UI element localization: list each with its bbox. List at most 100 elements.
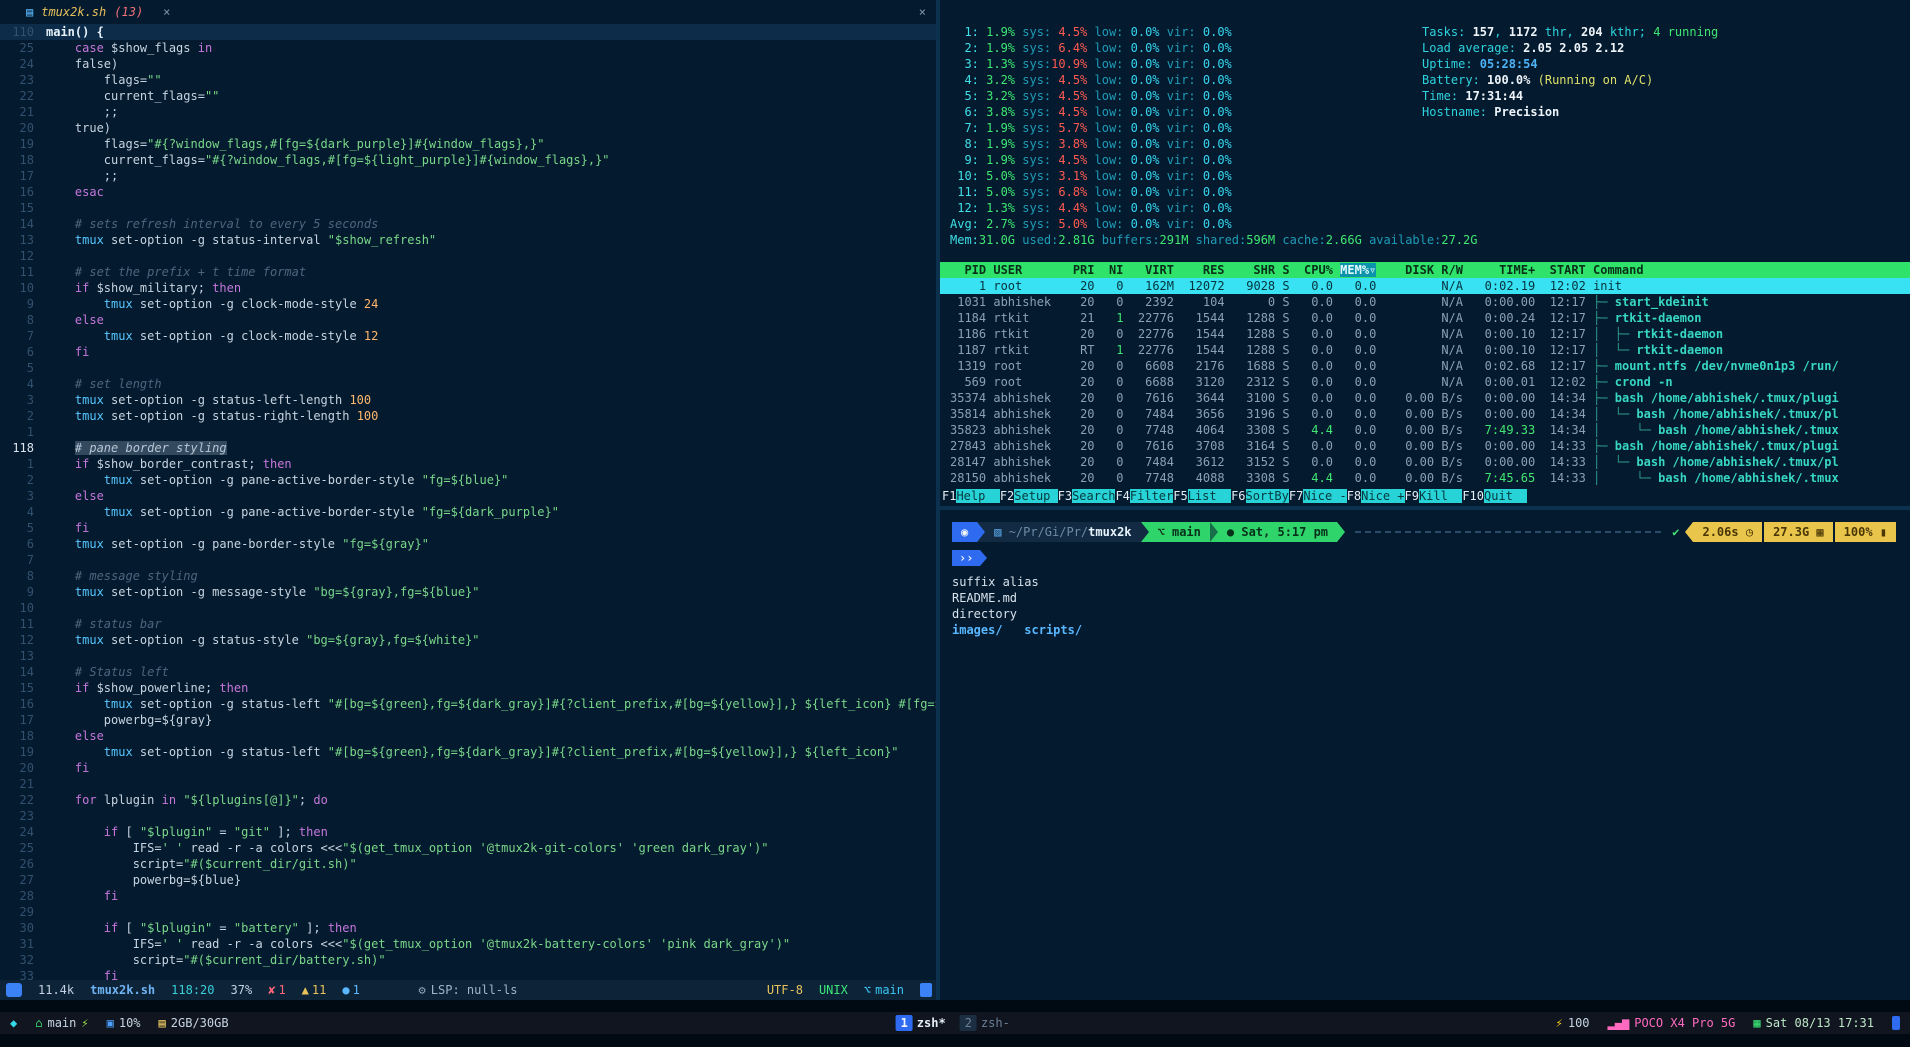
code-line[interactable]: 6 fi xyxy=(0,344,936,360)
process-row[interactable]: 27843 abhishek 20 0 7616 3708 3164 S 0.0… xyxy=(940,438,1910,454)
code-line[interactable]: 13 tmux set-option -g status-interval "$… xyxy=(0,232,936,248)
code-line[interactable]: 11 # status bar xyxy=(0,616,936,632)
code-line[interactable]: 118 # pane border styling xyxy=(0,440,936,456)
code-area[interactable]: 110main() {25 case $show_flags in24 fals… xyxy=(0,24,936,980)
process-table-header[interactable]: PID USER PRI NI VIRT RES SHR S CPU% MEM%… xyxy=(940,262,1910,278)
code-line[interactable]: 29 xyxy=(0,904,936,920)
process-row[interactable]: 1031 abhishek 20 0 2392 104 0 S 0.0 0.0 … xyxy=(940,294,1910,310)
process-row[interactable]: 1186 rtkit 20 0 22776 1544 1288 S 0.0 0.… xyxy=(940,326,1910,342)
code-line[interactable]: 3 else xyxy=(0,488,936,504)
code-line[interactable]: 110main() { xyxy=(0,24,936,40)
htop-pane[interactable]: 1: 1.9% sys: 4.5% low: 0.0% vir: 0.0% 2:… xyxy=(940,0,1910,506)
code-line[interactable]: 8 # message styling xyxy=(0,568,936,584)
code-line[interactable]: 16 esac xyxy=(0,184,936,200)
process-row[interactable]: 35814 abhishek 20 0 7484 3656 3196 S 0.0… xyxy=(940,406,1910,422)
code-line[interactable]: 21 xyxy=(0,776,936,792)
close-buffer-icon[interactable]: × xyxy=(163,5,170,19)
code-line[interactable]: 26 script="#($current_dir/git.sh)" xyxy=(0,856,936,872)
fkey-f3[interactable]: F3Search xyxy=(1058,489,1116,503)
code-line[interactable]: 8 else xyxy=(0,312,936,328)
process-row[interactable]: 1 root 20 0 162M 12072 9028 S 0.0 0.0 N/… xyxy=(940,278,1910,294)
code-line[interactable]: 5 xyxy=(0,360,936,376)
code-line[interactable]: 23 flags="" xyxy=(0,72,936,88)
code-line[interactable]: 20 fi xyxy=(0,760,936,776)
code-line[interactable]: 13 xyxy=(0,648,936,664)
process-row[interactable]: 28147 abhishek 20 0 7484 3612 3152 S 0.0… xyxy=(940,454,1910,470)
code-line[interactable]: 5 fi xyxy=(0,520,936,536)
sort-column-header[interactable]: MEM%▿ xyxy=(1340,263,1376,277)
fkey-f1[interactable]: F1Help xyxy=(942,489,1000,503)
process-row[interactable]: 569 root 20 0 6688 3120 2312 S 0.0 0.0 N… xyxy=(940,374,1910,390)
code-line[interactable]: 2 tmux set-option -g status-right-length… xyxy=(0,408,936,424)
fkey-f6[interactable]: F6SortBy xyxy=(1231,489,1289,503)
code-line[interactable]: 2 tmux set-option -g pane-active-border-… xyxy=(0,472,936,488)
code-line[interactable]: 24 false) xyxy=(0,56,936,72)
code-line[interactable]: 27 powerbg=${blue} xyxy=(0,872,936,888)
code-line[interactable]: 14 # sets refresh interval to every 5 se… xyxy=(0,216,936,232)
code-line[interactable]: 33 fi xyxy=(0,968,936,980)
tmux-window-1[interactable]: 1zsh* xyxy=(896,1015,946,1031)
code-line[interactable]: 19 flags="#{?window_flags,#[fg=${dark_pu… xyxy=(0,136,936,152)
code-line[interactable]: 3 tmux set-option -g status-left-length … xyxy=(0,392,936,408)
diagnostic-hints[interactable]: ●1 xyxy=(342,983,359,997)
process-row[interactable]: 1319 root 20 0 6608 2176 1688 S 0.0 0.0 … xyxy=(940,358,1910,374)
code-line[interactable]: 18 current_flags="#{?window_flags,#[fg=$… xyxy=(0,152,936,168)
code-line[interactable]: 32 script="#($current_dir/battery.sh)" xyxy=(0,952,936,968)
code-line[interactable]: 22 for lplugin in "${lplugins[@]}"; do xyxy=(0,792,936,808)
code-line[interactable]: 12 xyxy=(0,248,936,264)
code-line[interactable]: 22 current_flags="" xyxy=(0,88,936,104)
process-row[interactable]: 28150 abhishek 20 0 7748 4088 3308 S 4.4… xyxy=(940,470,1910,486)
code-line[interactable]: 10 xyxy=(0,600,936,616)
terminal-pane[interactable]: ◉▨ ~/Pr/Gi/Pr/tmux2k⌥ main● Sat, 5:17 pm… xyxy=(940,510,1910,1000)
code-line[interactable]: 16 tmux set-option -g status-left "#[bg=… xyxy=(0,696,936,712)
code-line[interactable]: 14 # Status left xyxy=(0,664,936,680)
code-line[interactable]: 19 tmux set-option -g status-left "#[bg=… xyxy=(0,744,936,760)
memory-meter: Mem:31.0G used:2.81G buffers:291M shared… xyxy=(950,232,1910,248)
code-line[interactable]: 18 else xyxy=(0,728,936,744)
code-line[interactable]: 21 ;; xyxy=(0,104,936,120)
fkey-f10[interactable]: F10Quit xyxy=(1462,489,1527,503)
fkey-f4[interactable]: F4Filter xyxy=(1115,489,1173,503)
code-line[interactable]: 17 ;; xyxy=(0,168,936,184)
code-line[interactable]: 12 tmux set-option -g status-style "bg=$… xyxy=(0,632,936,648)
fkey-f5[interactable]: F5List xyxy=(1173,489,1231,503)
code-line[interactable]: 11 # set the prefix + t time format xyxy=(0,264,936,280)
process-row[interactable]: 35823 abhishek 20 0 7748 4064 3308 S 4.4… xyxy=(940,422,1910,438)
close-window-icon[interactable]: × xyxy=(919,5,926,19)
code-line[interactable]: 7 tmux set-option -g clock-mode-style 12 xyxy=(0,328,936,344)
code-line[interactable]: 10 if $show_military; then xyxy=(0,280,936,296)
code-line[interactable]: 7 xyxy=(0,552,936,568)
code-line[interactable]: 30 if [ "$lplugin" = "battery" ]; then xyxy=(0,920,936,936)
code-line[interactable]: 15 if $show_powerline; then xyxy=(0,680,936,696)
code-line[interactable]: 28 fi xyxy=(0,888,936,904)
fkey-f8[interactable]: F8Nice + xyxy=(1347,489,1405,503)
diagnostic-errors[interactable]: ✘1 xyxy=(268,983,285,997)
code-line[interactable]: 20 true) xyxy=(0,120,936,136)
code-line[interactable]: 1 xyxy=(0,424,936,440)
fkey-f9[interactable]: F9Kill xyxy=(1405,489,1463,503)
code-line[interactable]: 15 xyxy=(0,200,936,216)
process-table[interactable]: PID USER PRI NI VIRT RES SHR S CPU% MEM%… xyxy=(940,262,1910,486)
process-row[interactable]: 1184 rtkit 21 1 22776 1544 1288 S 0.0 0.… xyxy=(940,310,1910,326)
editor-pane[interactable]: ▤ tmux2k.sh (13) × × 110main() {25 case … xyxy=(0,0,936,1000)
git-branch[interactable]: ⌥main xyxy=(864,983,904,997)
code-line[interactable]: 25 case $show_flags in xyxy=(0,40,936,56)
tmux-window-2[interactable]: 2zsh- xyxy=(960,1015,1010,1031)
terminal-input-line[interactable]: ›› xyxy=(952,550,1910,566)
process-row[interactable]: 1187 rtkit RT 1 22776 1544 1288 S 0.0 0.… xyxy=(940,342,1910,358)
code-line[interactable]: 4 # set length xyxy=(0,376,936,392)
code-line[interactable]: 24 if [ "$lplugin" = "git" ]; then xyxy=(0,824,936,840)
code-line[interactable]: 6 tmux set-option -g pane-border-style "… xyxy=(0,536,936,552)
fkey-f7[interactable]: F7Nice - xyxy=(1289,489,1347,503)
fkey-f2[interactable]: F2Setup xyxy=(1000,489,1058,503)
code-line[interactable]: 31 IFS=' ' read -r -a colors <<<"$(get_t… xyxy=(0,936,936,952)
code-line[interactable]: 23 xyxy=(0,808,936,824)
code-line[interactable]: 4 tmux set-option -g pane-active-border-… xyxy=(0,504,936,520)
code-line[interactable]: 17 powerbg=${gray} xyxy=(0,712,936,728)
code-line[interactable]: 25 IFS=' ' read -r -a colors <<<"$(get_t… xyxy=(0,840,936,856)
code-line[interactable]: 1 if $show_border_contrast; then xyxy=(0,456,936,472)
code-line[interactable]: 9 tmux set-option -g message-style "bg=$… xyxy=(0,584,936,600)
code-line[interactable]: 9 tmux set-option -g clock-mode-style 24 xyxy=(0,296,936,312)
diagnostic-warnings[interactable]: ▲11 xyxy=(302,983,327,997)
process-row[interactable]: 35374 abhishek 20 0 7616 3644 3100 S 0.0… xyxy=(940,390,1910,406)
